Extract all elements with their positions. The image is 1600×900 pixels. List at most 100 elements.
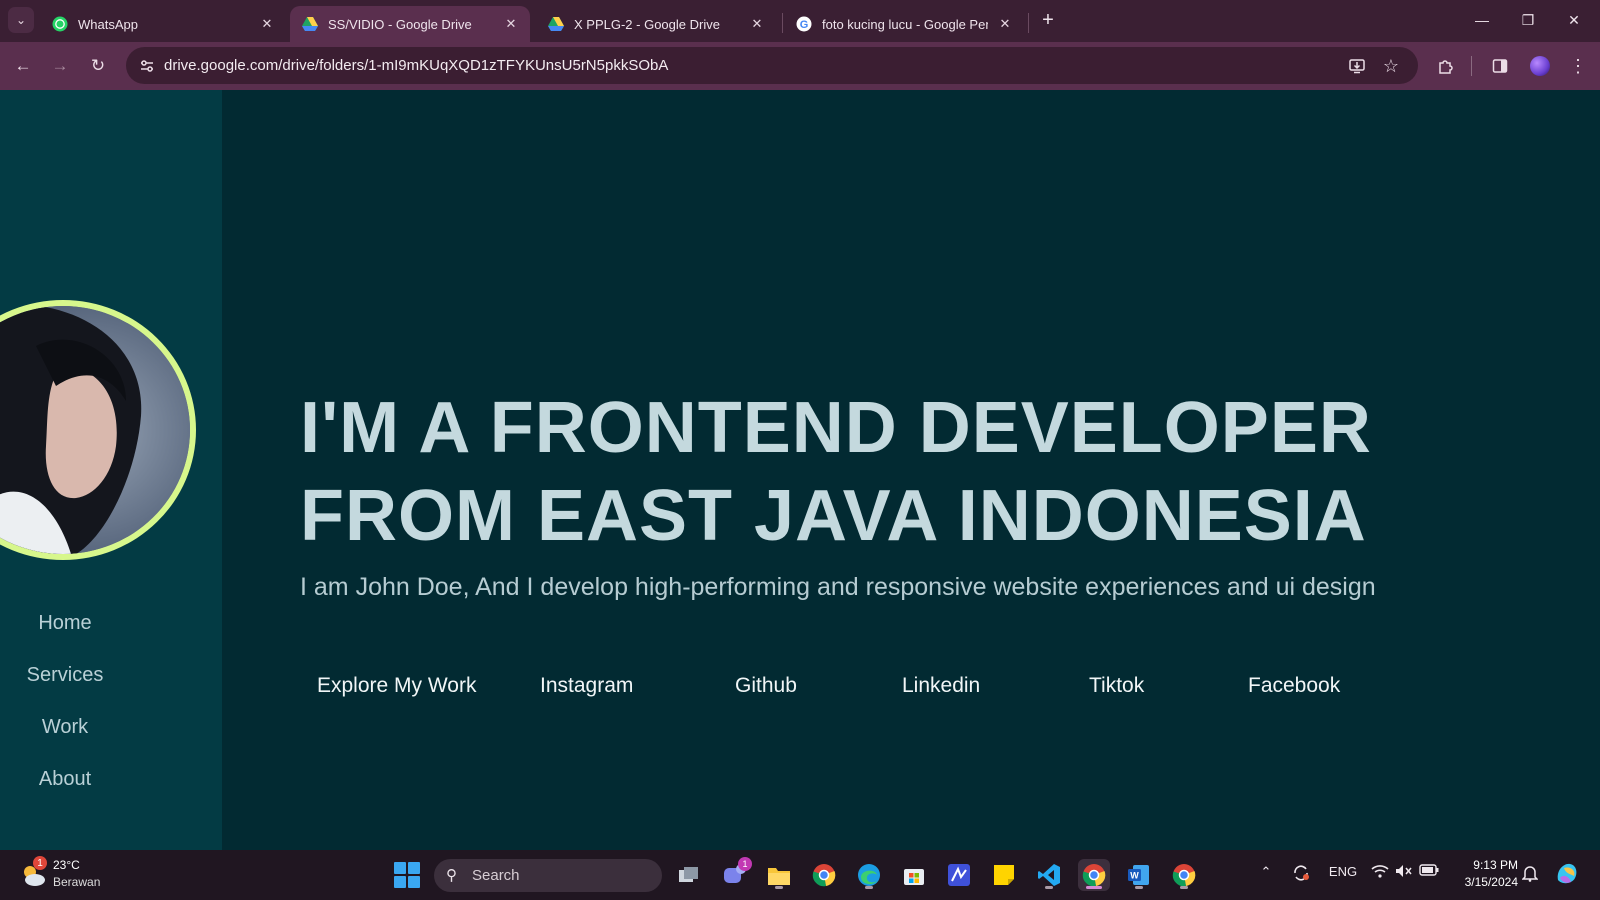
close-icon[interactable]: ✕ — [748, 15, 766, 33]
hero-subtitle: I am John Doe, And I develop high-perfor… — [300, 573, 1376, 601]
install-app-icon[interactable] — [1344, 53, 1370, 79]
explore-my-work-link[interactable]: Explore My Work — [317, 674, 476, 698]
chrome-second-profile-button[interactable] — [1168, 859, 1200, 891]
linkedin-link[interactable]: Linkedin — [902, 674, 980, 698]
google-drive-icon — [548, 17, 564, 31]
tab-x-pplg[interactable]: X PPLG-2 - Google Drive ✕ — [536, 6, 776, 42]
search-label: Search — [472, 867, 520, 884]
copilot-icon[interactable] — [1553, 860, 1581, 886]
chrome-button[interactable] — [808, 859, 840, 891]
edge-button[interactable] — [853, 859, 885, 891]
weather-badge: 1 — [33, 856, 47, 870]
restore-icon: ❐ — [1521, 11, 1535, 28]
close-icon[interactable]: ✕ — [996, 15, 1014, 33]
edge-icon — [858, 864, 880, 886]
nav-about[interactable]: About — [0, 768, 130, 791]
minimize-icon: — — [1475, 12, 1489, 28]
show-hidden-icons-button[interactable]: ⌃ — [1256, 864, 1276, 880]
vscode-icon — [1038, 864, 1060, 886]
svg-text:G: G — [800, 19, 809, 31]
facebook-link[interactable]: Facebook — [1248, 674, 1340, 698]
nav-home[interactable]: Home — [0, 612, 130, 635]
tab-title: SS/VIDIO - Google Drive — [328, 16, 472, 32]
sync-icon[interactable] — [1290, 864, 1312, 882]
profile-avatar[interactable] — [1530, 56, 1550, 76]
instagram-link[interactable]: Instagram — [540, 674, 633, 698]
chrome-icon — [1082, 864, 1106, 887]
nav-work[interactable]: Work — [0, 716, 130, 739]
url-text: drive.google.com/drive/folders/1-mI9mKUq… — [164, 57, 669, 74]
active-indicator — [1086, 886, 1102, 889]
battery-icon[interactable] — [1418, 864, 1440, 876]
chrome-profile-button[interactable] — [1078, 859, 1110, 891]
hero-headline: I'M A FRONTEND DEVELOPER FROM EAST JAVA … — [300, 384, 1372, 560]
tab-foto-kucing[interactable]: G foto kucing lucu - Google Penel ✕ — [784, 6, 1024, 42]
reload-button[interactable]: ↻ — [84, 52, 112, 80]
file-explorer-button[interactable] — [763, 859, 795, 891]
side-panel-icon[interactable] — [1486, 52, 1514, 80]
notification-bell-icon[interactable] — [1520, 864, 1540, 882]
running-indicator — [1045, 886, 1053, 889]
app-button[interactable] — [943, 859, 975, 891]
github-link[interactable]: Github — [735, 674, 797, 698]
headline-line-2: FROM EAST JAVA INDONESIA — [300, 476, 1367, 556]
google-drive-icon — [302, 17, 318, 31]
weather-temp: 23°C — [53, 858, 80, 872]
running-indicator — [1135, 886, 1143, 889]
store-button[interactable] — [898, 859, 930, 891]
tab-divider — [782, 13, 783, 33]
language-indicator[interactable]: ENG — [1326, 864, 1360, 879]
weather-desc: Berawan — [53, 875, 101, 889]
chrome-icon — [1172, 864, 1196, 887]
task-view-button[interactable] — [673, 859, 705, 891]
forward-button[interactable]: → — [46, 52, 74, 80]
tab-title: foto kucing lucu - Google Penel — [822, 16, 988, 32]
vscode-button[interactable] — [1033, 859, 1065, 891]
volume-muted-icon[interactable] — [1394, 864, 1414, 878]
microsoft-store-icon — [904, 869, 924, 885]
address-bar[interactable]: drive.google.com/drive/folders/1-mI9mKUq… — [126, 47, 1418, 84]
tiktok-link[interactable]: Tiktok — [1089, 674, 1144, 698]
windows-logo-icon — [394, 862, 406, 874]
minimize-button[interactable]: — — [1462, 6, 1502, 34]
back-button[interactable]: ← — [9, 52, 37, 80]
taskbar-search[interactable]: ⚲ Search — [434, 859, 662, 892]
nav-services[interactable]: Services — [0, 664, 130, 687]
portrait-image — [0, 306, 190, 554]
kebab-menu-icon[interactable]: ⋮ — [1564, 52, 1592, 80]
windows-logo-icon — [408, 862, 420, 874]
task-view-icon — [679, 867, 698, 882]
tab-divider — [1028, 13, 1029, 33]
start-button[interactable] — [394, 862, 420, 888]
chevron-up-icon: ⌃ — [1260, 864, 1272, 879]
search-icon: ⚲ — [446, 867, 457, 884]
wifi-icon[interactable] — [1370, 864, 1390, 878]
chevron-down-icon: ⌄ — [15, 13, 27, 27]
word-button[interactable]: W — [1123, 859, 1155, 891]
sticky-notes-button[interactable] — [988, 859, 1020, 891]
site-info-icon[interactable] — [134, 53, 160, 79]
windows-logo-icon — [394, 876, 406, 888]
restore-button[interactable]: ❐ — [1508, 6, 1548, 34]
new-tab-button[interactable]: + — [1036, 8, 1060, 32]
chrome-icon — [812, 864, 836, 887]
teams-chat-button[interactable]: 1 — [718, 857, 752, 891]
bookmark-star-icon[interactable]: ☆ — [1378, 53, 1404, 79]
tab-search-button[interactable]: ⌄ — [8, 7, 34, 33]
running-indicator — [865, 886, 873, 889]
folder-icon — [768, 868, 790, 885]
tab-ss-vidio[interactable]: SS/VIDIO - Google Drive ✕ — [290, 6, 530, 42]
close-icon[interactable]: ✕ — [258, 15, 276, 33]
tab-title: WhatsApp — [78, 16, 138, 32]
arrow-right-icon: → — [51, 56, 69, 75]
extensions-icon[interactable] — [1432, 52, 1460, 80]
browser-tab-strip: ⌄ WhatsApp ✕ SS/VIDIO - Google Drive ✕ X… — [0, 0, 1600, 42]
close-icon[interactable]: ✕ — [502, 15, 520, 33]
arrow-left-icon: ← — [14, 56, 32, 75]
close-window-button[interactable]: ✕ — [1554, 6, 1594, 34]
clock-time: 9:13 PM — [1473, 858, 1518, 872]
browser-toolbar: ← → ↻ drive.google.com/drive/folders/1-m… — [0, 42, 1600, 90]
sticky-notes-icon — [994, 865, 1014, 885]
tab-whatsapp[interactable]: WhatsApp ✕ — [40, 6, 286, 42]
whatsapp-icon — [52, 16, 68, 32]
